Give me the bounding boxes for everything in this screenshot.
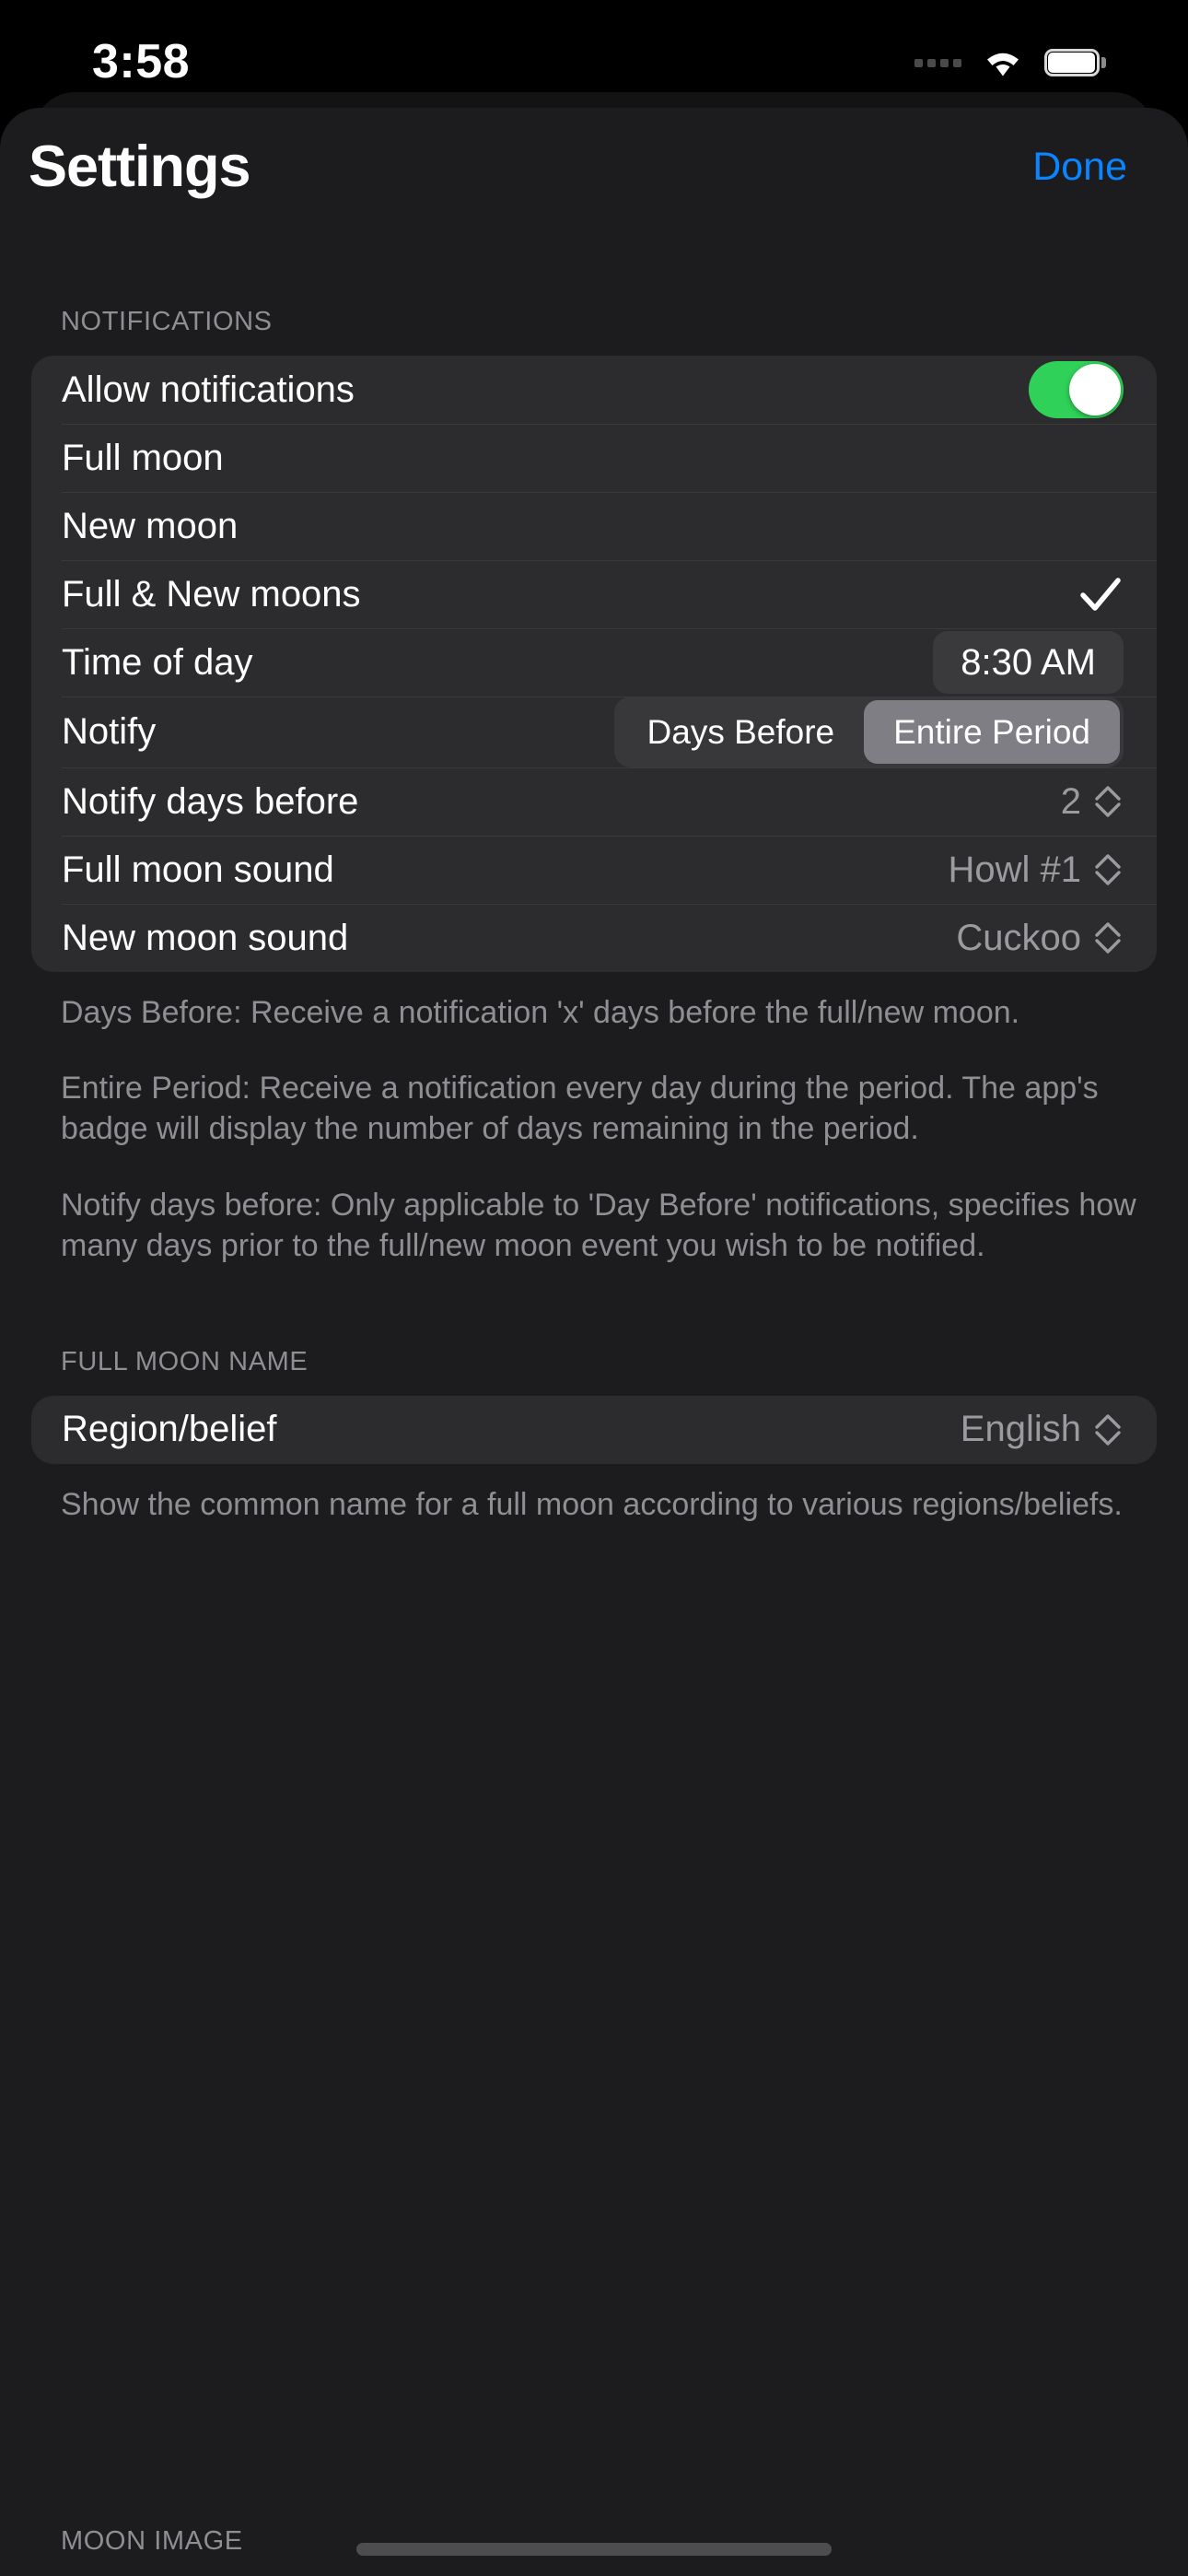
section-header-notifications: NOTIFICATIONS <box>61 307 273 336</box>
checkmark-icon <box>1077 571 1124 617</box>
time-of-day-picker[interactable]: 8:30 AM <box>933 631 1124 694</box>
row-label: Time of day <box>62 641 253 683</box>
full-moon-name-footnote: Show the common name for a full moon acc… <box>0 1464 1188 1525</box>
notifications-footnotes: Days Before: Receive a notification 'x' … <box>0 972 1188 1266</box>
segment-days-before[interactable]: Days Before <box>618 700 865 764</box>
row-notify-days-before[interactable]: Notify days before 2 <box>31 767 1157 836</box>
sheet-nav-bar: Settings Done <box>0 108 1188 226</box>
footnote-region-belief: Show the common name for a full moon acc… <box>61 1486 1123 1522</box>
full-moon-name-card: Region/belief English <box>31 1395 1157 1464</box>
row-label: New moon <box>62 505 239 546</box>
row-time-of-day[interactable]: Time of day 8:30 AM <box>31 628 1157 697</box>
wifi-icon <box>982 47 1024 78</box>
status-bar: 3:58 <box>0 0 1188 103</box>
region-belief-picker[interactable]: English <box>961 1409 1124 1450</box>
phone-screen: 3:58 Settings Done NOTIFICATIONS Allow n… <box>0 0 1188 2576</box>
row-label: Full moon <box>62 437 224 478</box>
section-header-full-moon-name: FULL MOON NAME <box>61 1346 309 1376</box>
allow-notifications-toggle[interactable] <box>1029 361 1124 418</box>
notifications-card: Allow notifications Full moon New moon F… <box>31 356 1157 972</box>
full-moon-sound-picker[interactable]: Howl #1 <box>948 849 1124 891</box>
row-label: Full & New moons <box>62 573 361 615</box>
status-bar-time: 3:58 <box>92 35 191 88</box>
chevron-up-down-icon <box>1092 849 1124 890</box>
segment-entire-period[interactable]: Entire Period <box>864 700 1120 764</box>
settings-content: NOTIFICATIONS Allow notifications Full m… <box>0 226 1188 1525</box>
row-label: Notify days before <box>62 780 359 822</box>
row-allow-notifications[interactable]: Allow notifications <box>31 356 1157 424</box>
new-moon-sound-picker[interactable]: Cuckoo <box>956 918 1124 959</box>
stepper-value: 2 <box>1060 780 1081 822</box>
row-label: Region/belief <box>62 1409 277 1450</box>
home-indicator[interactable] <box>356 2543 832 2556</box>
row-new-moon-sound[interactable]: New moon sound Cuckoo <box>31 904 1157 972</box>
done-button[interactable]: Done <box>1032 145 1127 190</box>
picker-value: Cuckoo <box>956 917 1081 958</box>
page-title: Settings <box>29 135 251 199</box>
notify-segmented-control[interactable]: Days Before Entire Period <box>613 697 1124 767</box>
picker-value: Howl #1 <box>948 849 1081 890</box>
row-region-belief[interactable]: Region/belief English <box>31 1396 1157 1464</box>
row-full-moon[interactable]: Full moon <box>31 424 1157 492</box>
chevron-up-down-icon <box>1092 781 1124 822</box>
row-label: New moon sound <box>62 917 349 958</box>
status-bar-indicators <box>914 47 1106 78</box>
signal-dots-icon <box>914 58 961 67</box>
section-header-moon-image: MOON IMAGE <box>61 2525 243 2556</box>
row-new-moon[interactable]: New moon <box>31 492 1157 560</box>
footnote-notify-days-before: Notify days before: Only applicable to '… <box>61 1187 1136 1263</box>
notify-days-before-stepper[interactable]: 2 <box>1061 781 1124 823</box>
footnote-entire-period: Entire Period: Receive a notification ev… <box>61 1071 1099 1147</box>
row-full-moon-sound[interactable]: Full moon sound Howl #1 <box>31 836 1157 904</box>
row-notify: Notify Days Before Entire Period <box>31 697 1157 767</box>
row-full-and-new-moons[interactable]: Full & New moons <box>31 560 1157 628</box>
footnote-days-before: Days Before: Receive a notification 'x' … <box>61 995 1020 1030</box>
row-label: Full moon sound <box>62 849 334 890</box>
row-label: Notify <box>62 711 157 752</box>
battery-icon <box>1044 49 1106 76</box>
chevron-up-down-icon <box>1092 1410 1124 1450</box>
picker-value: English <box>960 1409 1081 1450</box>
settings-sheet: Settings Done NOTIFICATIONS Allow notifi… <box>0 108 1188 2576</box>
moon-image-section: MOON IMAGE <box>0 2506 1188 2576</box>
row-label: Allow notifications <box>62 369 355 410</box>
chevron-up-down-icon <box>1092 918 1124 958</box>
